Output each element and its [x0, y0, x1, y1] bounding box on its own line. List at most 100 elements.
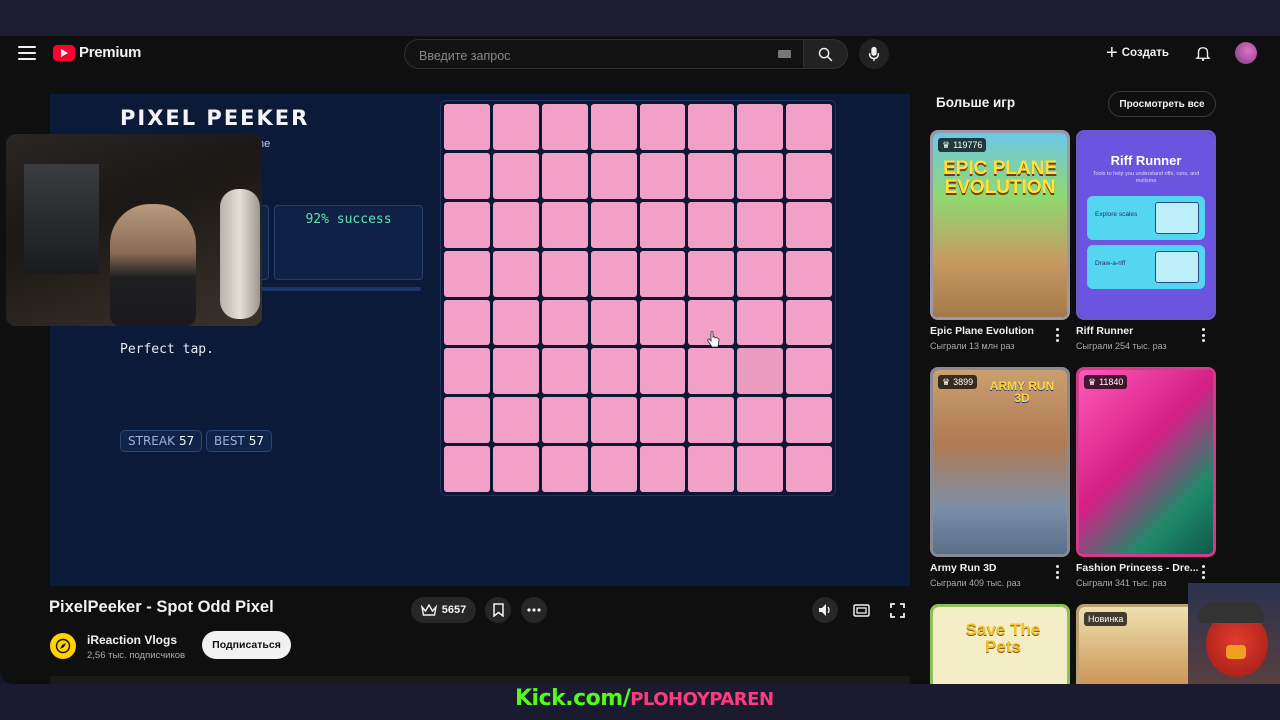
stream-top-band: [0, 0, 1280, 36]
grid-cell[interactable]: [786, 250, 832, 297]
grid-cell[interactable]: [639, 152, 686, 199]
grid-cell[interactable]: [541, 348, 588, 395]
youtube-premium-logo[interactable]: Premium: [53, 44, 141, 61]
grid-cell[interactable]: [688, 250, 735, 297]
create-button[interactable]: + Создать: [1106, 43, 1169, 63]
compass-icon: [55, 638, 71, 654]
game-card-riff-runner[interactable]: Riff Runner Tools to help you understand…: [1076, 130, 1216, 351]
grid-cell[interactable]: [541, 446, 588, 492]
grid-cell[interactable]: [688, 299, 735, 346]
like-button[interactable]: 5657: [411, 597, 476, 623]
grid-cell[interactable]: [492, 299, 539, 346]
grid-cell[interactable]: [492, 348, 539, 395]
grid-cell[interactable]: [639, 201, 686, 248]
grid-cell[interactable]: [688, 152, 735, 199]
grid-cell[interactable]: [688, 446, 735, 492]
view-all-button[interactable]: Просмотреть все: [1108, 91, 1216, 117]
grid-cell[interactable]: [737, 397, 784, 444]
channel-name[interactable]: iReaction Vlogs: [87, 633, 177, 647]
grid-cell[interactable]: [737, 201, 784, 248]
grid-cell[interactable]: [541, 104, 588, 150]
grid-cell[interactable]: [688, 348, 735, 395]
grid-cell[interactable]: [639, 250, 686, 297]
subscribe-button[interactable]: Подписаться: [202, 631, 291, 659]
grid-cell[interactable]: [737, 348, 784, 395]
grid-cell[interactable]: [492, 201, 539, 248]
grid-cell[interactable]: [590, 397, 637, 444]
theater-mode-button[interactable]: [848, 597, 874, 623]
grid-cell[interactable]: [786, 299, 832, 346]
bird-beak: [1226, 645, 1246, 659]
grid-cell[interactable]: [492, 152, 539, 199]
grid-cell[interactable]: [688, 397, 735, 444]
grid-cell[interactable]: [590, 250, 637, 297]
grid-cell[interactable]: [590, 348, 637, 395]
more-vert-icon[interactable]: [1202, 328, 1206, 342]
fullscreen-button[interactable]: [884, 597, 910, 623]
more-vert-icon[interactable]: [1202, 565, 1206, 579]
grid-cell[interactable]: [444, 299, 490, 346]
kick-username: PLOHOYPAREN: [630, 689, 774, 710]
grid-cell[interactable]: [492, 104, 539, 150]
grid-cell[interactable]: [590, 201, 637, 248]
user-avatar[interactable]: [1235, 42, 1257, 64]
channel-avatar[interactable]: [50, 633, 76, 659]
volume-button[interactable]: [812, 597, 838, 623]
voice-search-button[interactable]: [859, 39, 889, 69]
grid-cell[interactable]: [590, 152, 637, 199]
grid-cell[interactable]: [541, 397, 588, 444]
grid-cell[interactable]: [492, 397, 539, 444]
grid-cell[interactable]: [688, 201, 735, 248]
grid-cell[interactable]: [541, 250, 588, 297]
more-vert-icon[interactable]: [1056, 328, 1060, 342]
grid-cell[interactable]: [444, 348, 490, 395]
grid-cell[interactable]: [786, 397, 832, 444]
game-card-fashion-princess[interactable]: ♛ 11840 Fashion Princess - Dre... Сыграли…: [1076, 367, 1216, 588]
grid-cell[interactable]: [590, 104, 637, 150]
grid-cell[interactable]: [786, 201, 832, 248]
grid-cell[interactable]: [639, 104, 686, 150]
grid-cell[interactable]: [541, 299, 588, 346]
grid-cell[interactable]: [492, 250, 539, 297]
grid-cell[interactable]: [737, 152, 784, 199]
grid-cell[interactable]: [444, 446, 490, 492]
grid-cell[interactable]: [444, 104, 490, 150]
search-button[interactable]: [804, 39, 848, 69]
grid-cell[interactable]: [639, 348, 686, 395]
grid-cell[interactable]: [737, 250, 784, 297]
grid-cell[interactable]: [737, 104, 784, 150]
grid-cell[interactable]: [786, 348, 832, 395]
search-box[interactable]: [404, 39, 804, 69]
game-card-epic-plane[interactable]: EPIC PLANE EVOLUTION ♛ 119776 Epic Plane …: [930, 130, 1070, 351]
grid-cell[interactable]: [786, 104, 832, 150]
grid-cell[interactable]: [737, 299, 784, 346]
more-vert-icon[interactable]: [1056, 565, 1060, 579]
game-card-army-run[interactable]: ARMY RUN 3D ♛ 3899 Army Run 3D Сыграли 40…: [930, 367, 1070, 588]
game-card-title: Epic Plane Evolution: [930, 325, 1034, 337]
grid-cell[interactable]: [639, 446, 686, 492]
grid-cell[interactable]: [541, 201, 588, 248]
logo-text: Premium: [79, 44, 142, 61]
grid-cell[interactable]: [590, 446, 637, 492]
grid-cell[interactable]: [590, 299, 637, 346]
grid-cell[interactable]: [688, 104, 735, 150]
grid-cell[interactable]: [444, 250, 490, 297]
grid-cell[interactable]: [737, 446, 784, 492]
keyboard-icon[interactable]: [778, 50, 791, 58]
game-card-save-the-pets[interactable]: Save The Pets: [930, 604, 1070, 684]
hamburger-menu-icon[interactable]: [18, 46, 36, 60]
grid-cell[interactable]: [786, 446, 832, 492]
grid-cell[interactable]: [786, 152, 832, 199]
grid-cell[interactable]: [444, 152, 490, 199]
save-button[interactable]: [485, 597, 511, 623]
notifications-bell-icon[interactable]: [1194, 44, 1212, 62]
search-input[interactable]: [417, 46, 771, 66]
grid-cell[interactable]: [639, 397, 686, 444]
grid-cell[interactable]: [444, 201, 490, 248]
more-actions-button[interactable]: [521, 597, 547, 623]
grid-cell[interactable]: [492, 446, 539, 492]
microphone-icon: [868, 46, 880, 62]
grid-cell[interactable]: [541, 152, 588, 199]
grid-cell[interactable]: [444, 397, 490, 444]
grid-cell[interactable]: [639, 299, 686, 346]
